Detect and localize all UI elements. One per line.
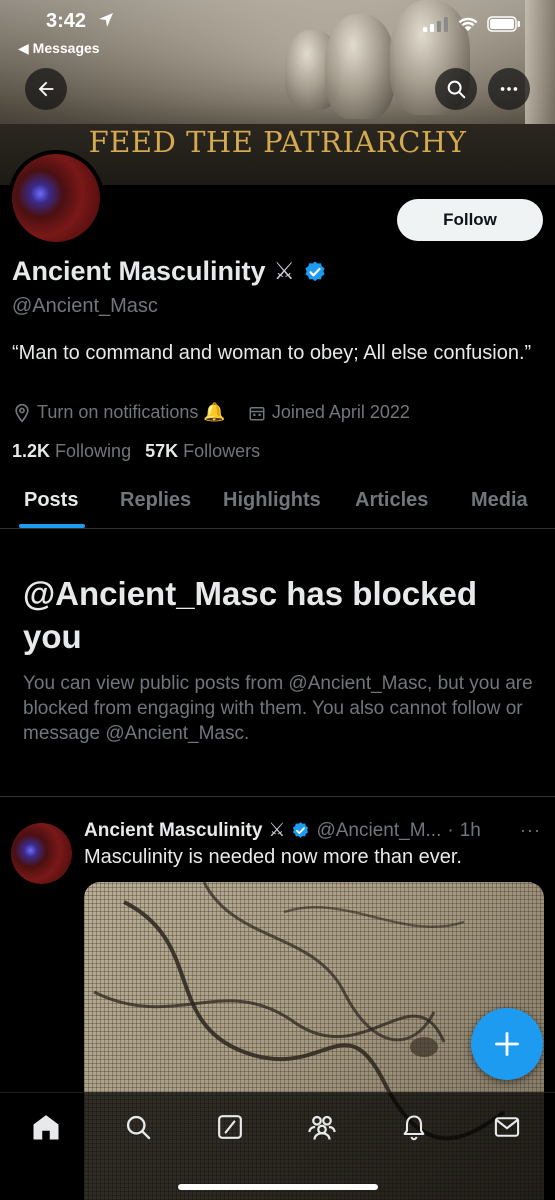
- arrow-left-icon: [38, 81, 54, 97]
- nav-search[interactable]: [122, 1111, 154, 1143]
- tab-articles[interactable]: Articles: [355, 489, 428, 512]
- mail-icon: [494, 1117, 520, 1137]
- follow-button[interactable]: Follow: [397, 199, 543, 241]
- status-back-to-app[interactable]: ◀ Messages: [18, 40, 100, 57]
- post-header: Ancient Masculinity ⚔ @Ancient_M... · 1h: [84, 819, 524, 842]
- back-button[interactable]: [25, 68, 67, 110]
- bell-icon: [403, 1115, 425, 1141]
- status-indicators: [423, 16, 521, 32]
- home-indicator[interactable]: [178, 1184, 378, 1190]
- status-time: 3:42: [46, 10, 87, 32]
- tab-media[interactable]: Media: [471, 489, 528, 512]
- signal-icon: [423, 17, 448, 32]
- more-icon: [500, 87, 518, 91]
- nav-messages[interactable]: [491, 1111, 523, 1143]
- profile-name-row: Ancient Masculinity ⚔: [12, 256, 327, 287]
- following-label: Following: [55, 441, 132, 461]
- nav-home[interactable]: [30, 1111, 62, 1143]
- crossed-swords-emoji: ⚔: [273, 258, 296, 285]
- status-back-label: Messages: [32, 40, 100, 56]
- tab-replies[interactable]: Replies: [120, 489, 191, 512]
- grok-icon: [218, 1115, 242, 1139]
- followers-label: Followers: [183, 441, 261, 461]
- compose-button[interactable]: [471, 1008, 543, 1080]
- tab-posts[interactable]: Posts: [24, 489, 78, 512]
- following-count: 1.2K: [12, 441, 51, 461]
- post-author-handle: @Ancient_M...: [316, 819, 442, 841]
- profile-avatar[interactable]: [8, 150, 104, 246]
- verified-badge-icon[interactable]: [291, 821, 310, 840]
- post-more-button[interactable]: ···: [520, 820, 541, 841]
- nav-communities[interactable]: [306, 1111, 338, 1143]
- profile-tabs: Posts Replies Highlights Articles Media: [0, 475, 555, 529]
- wifi-icon: [458, 17, 478, 31]
- location-pin-icon: [15, 403, 29, 423]
- banner-column: [525, 0, 555, 130]
- crossed-swords-emoji: ⚔: [268, 820, 286, 841]
- calendar-icon: [249, 406, 265, 420]
- profile-bio: “Man to command and woman to obey; All e…: [12, 342, 532, 364]
- followers-link[interactable]: 57K Followers: [145, 441, 260, 462]
- followers-count: 57K: [145, 441, 179, 461]
- notifications-link[interactable]: Turn on notifications: [37, 402, 198, 423]
- communities-icon: [308, 1115, 336, 1140]
- following-link[interactable]: 1.2K Following: [12, 441, 131, 462]
- profile-meta: Turn on notifications 🔔 Joined April 202…: [12, 402, 410, 423]
- post-separator: ·: [447, 819, 454, 841]
- location-arrow-icon: [99, 13, 113, 27]
- avatar-image: [12, 154, 100, 242]
- active-tab-indicator: [19, 524, 85, 528]
- blocked-title: @Ancient_Masc has blocked you: [23, 575, 477, 655]
- banner-statue: [325, 14, 395, 119]
- search-button[interactable]: [435, 68, 477, 110]
- post-timestamp: 1h: [459, 819, 481, 841]
- post-author-name[interactable]: Ancient Masculinity: [84, 820, 262, 842]
- search-icon: [126, 1115, 151, 1140]
- joined-date: Joined April 2022: [271, 402, 410, 422]
- plus-icon: [495, 1032, 519, 1056]
- more-options-button[interactable]: [488, 68, 530, 110]
- section-divider: [0, 796, 555, 797]
- search-icon: [447, 80, 466, 99]
- blocked-body: You can view public posts from @Ancient_…: [23, 673, 533, 744]
- banner-title: FEED THE PATRIARCHY: [88, 125, 467, 159]
- tab-highlights[interactable]: Highlights: [223, 489, 321, 512]
- post-avatar[interactable]: [11, 823, 72, 884]
- home-icon: [33, 1115, 59, 1140]
- verified-badge-icon[interactable]: [303, 260, 327, 284]
- profile-handle: @Ancient_Masc: [12, 295, 158, 317]
- bell-emoji: 🔔: [203, 402, 226, 422]
- display-name: Ancient Masculinity: [12, 256, 266, 286]
- post-text: Masculinity is needed now more than ever…: [84, 846, 462, 868]
- profile-stats: 1.2K Following 57K Followers: [12, 441, 260, 462]
- nav-grok[interactable]: [214, 1111, 246, 1143]
- battery-icon: [487, 16, 520, 32]
- back-triangle-icon: ◀: [18, 40, 33, 56]
- nav-notifications[interactable]: [398, 1111, 430, 1143]
